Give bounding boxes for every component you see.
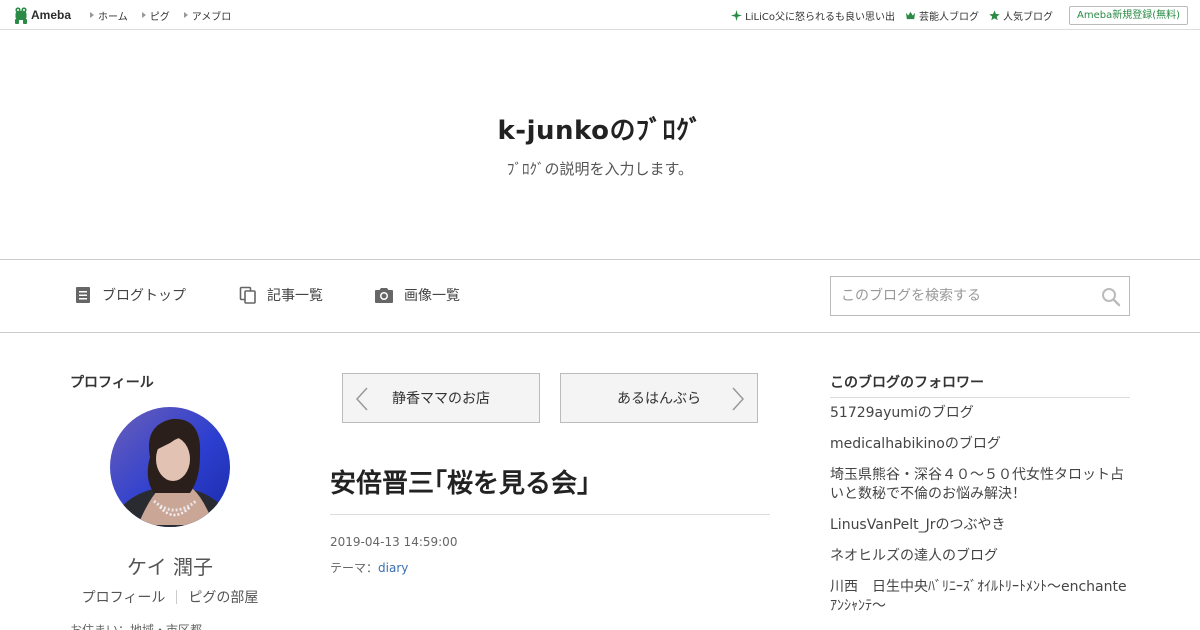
nav-blog-top[interactable]: ブログトップ xyxy=(74,285,186,305)
list-item: 51729ayumiのブログ xyxy=(830,404,1130,423)
global-nav: ホーム ピグ アメブロ xyxy=(90,0,231,30)
copy-icon xyxy=(239,286,256,304)
next-entry-label: あるはんぶら xyxy=(617,391,701,407)
nav-image-list-label: 画像一覧 xyxy=(404,288,460,304)
triangle-right-icon xyxy=(141,12,146,18)
divider xyxy=(330,514,770,515)
search-icon[interactable] xyxy=(1101,287,1121,307)
list-item: LinusVanPelt_Jrのつぶやき xyxy=(830,516,1130,535)
theme-prefix: テーマ： xyxy=(330,561,379,575)
frog-logo-icon xyxy=(15,6,27,24)
follower-link[interactable]: ネオヒルズの達人のブログ xyxy=(830,548,998,564)
prev-entry-label: 静香ママのお店 xyxy=(392,391,490,407)
signup-button[interactable]: Ameba新規登録(無料) xyxy=(1068,5,1188,25)
nav-home-link[interactable]: ホーム xyxy=(90,8,128,23)
nav-blog-top-label: ブログトップ xyxy=(102,288,186,304)
nav-pigg-label: ピグ xyxy=(149,11,170,23)
nav-ameblo-label: アメブロ xyxy=(191,11,232,23)
celebrity-blog-link[interactable]: 芸能人ブログ xyxy=(905,8,979,23)
avatar[interactable] xyxy=(110,407,230,527)
followers-list: 51729ayumiのブログ medicalhabikinoのブログ 埼玉県熊谷… xyxy=(830,404,1130,628)
blog-header: k-junkoのﾌﾞﾛｸﾞ ﾌﾞﾛｸﾞの説明を入力します。 xyxy=(0,30,1200,260)
trending-link[interactable]: LiLiCo父に怒られるも良い思い出 xyxy=(731,8,895,23)
blog-description: ﾌﾞﾛｸﾞの説明を入力します。 xyxy=(506,160,693,178)
triangle-right-icon xyxy=(183,12,188,18)
follower-link[interactable]: LinusVanPelt_Jrのつぶやき xyxy=(830,517,1006,533)
logo-text: Ameba xyxy=(31,8,72,22)
popular-blog-label: 人気ブログ xyxy=(1002,11,1053,23)
ameba-logo[interactable]: Ameba xyxy=(14,6,71,24)
nav-entry-list-label: 記事一覧 xyxy=(267,288,323,304)
followers-heading: このブログのフォロワー xyxy=(830,375,984,391)
sparkle-icon xyxy=(731,9,743,21)
celebrity-blog-label: 芸能人ブログ xyxy=(918,11,979,23)
list-item: ネオヒルズの達人のブログ xyxy=(830,547,1130,566)
profile-photo xyxy=(110,407,230,527)
profile-name: ケイ 潤子 xyxy=(127,555,213,579)
follower-link[interactable]: 51729ayumiのブログ xyxy=(830,405,974,421)
list-item: medicalhabikinoのブログ xyxy=(830,435,1130,454)
chevron-left-icon xyxy=(355,387,368,411)
profile-location: お住まい：地域・市区都 xyxy=(70,623,203,630)
blog-search xyxy=(830,276,1130,316)
search-input[interactable] xyxy=(831,277,1091,315)
global-header: Ameba ホーム ピグ アメブロ LiLiCo父に怒られるも良い思い出 芸能人… xyxy=(0,0,1200,30)
header-right-links: LiLiCo父に怒られるも良い思い出 芸能人ブログ 人気ブログ Ameba新規登… xyxy=(731,0,1188,30)
profile-link[interactable]: プロフィール xyxy=(71,587,177,607)
entry-theme: テーマ：diary xyxy=(330,559,408,576)
nav-home-label: ホーム xyxy=(98,11,128,23)
blog-nav: ブログトップ 記事一覧 画像一覧 xyxy=(0,260,1200,333)
profile-heading: プロフィール xyxy=(70,375,154,391)
list-item: 川西 日生中央ﾊﾞﾘﾆｰｽﾞｵｲﾙﾄﾘｰﾄﾒﾝﾄ〜enchanteｱﾝｼｬﾝﾃ〜 xyxy=(830,578,1130,616)
crown-icon xyxy=(905,11,916,19)
nav-ameblo-link[interactable]: アメブロ xyxy=(183,8,232,23)
entry-date: 2019-04-13 14:59:00 xyxy=(330,535,458,549)
theme-link[interactable]: diary xyxy=(378,561,408,575)
chevron-right-icon xyxy=(732,387,745,411)
blog-title[interactable]: k-junkoのﾌﾞﾛｸﾞ xyxy=(0,110,1200,147)
trending-link-label: LiLiCo父に怒られるも良い思い出 xyxy=(745,11,895,23)
profile-links: プロフィール ピグの部屋 xyxy=(70,587,270,607)
triangle-right-icon xyxy=(90,12,94,18)
nav-image-list[interactable]: 画像一覧 xyxy=(374,285,460,305)
follower-link[interactable]: 埼玉県熊谷・深谷４０～５０代女性タロット占いと数秘で不倫のお悩み解決！ xyxy=(830,467,1124,502)
follower-link[interactable]: 川西 日生中央ﾊﾞﾘﾆｰｽﾞｵｲﾙﾄﾘｰﾄﾒﾝﾄ〜enchanteｱﾝｼｬﾝﾃ〜 xyxy=(830,579,1127,614)
nav-pigg-link[interactable]: ピグ xyxy=(141,8,170,23)
entry-title[interactable]: 安倍晋三｢桜を見る会｣ xyxy=(330,463,590,500)
prev-entry-button[interactable]: 静香ママのお店 xyxy=(342,373,540,423)
pigg-room-link[interactable]: ピグの部屋 xyxy=(177,587,269,607)
star-icon xyxy=(989,9,1000,20)
follower-link[interactable]: medicalhabikinoのブログ xyxy=(830,436,1001,452)
document-icon xyxy=(76,287,90,303)
popular-blog-link[interactable]: 人気ブログ xyxy=(989,8,1053,23)
next-entry-button[interactable]: あるはんぶら xyxy=(560,373,758,423)
nav-entry-list[interactable]: 記事一覧 xyxy=(239,285,323,305)
list-item: 埼玉県熊谷・深谷４０～５０代女性タロット占いと数秘で不倫のお悩み解決！ xyxy=(830,466,1130,504)
divider xyxy=(830,397,1130,398)
camera-icon xyxy=(375,288,393,303)
